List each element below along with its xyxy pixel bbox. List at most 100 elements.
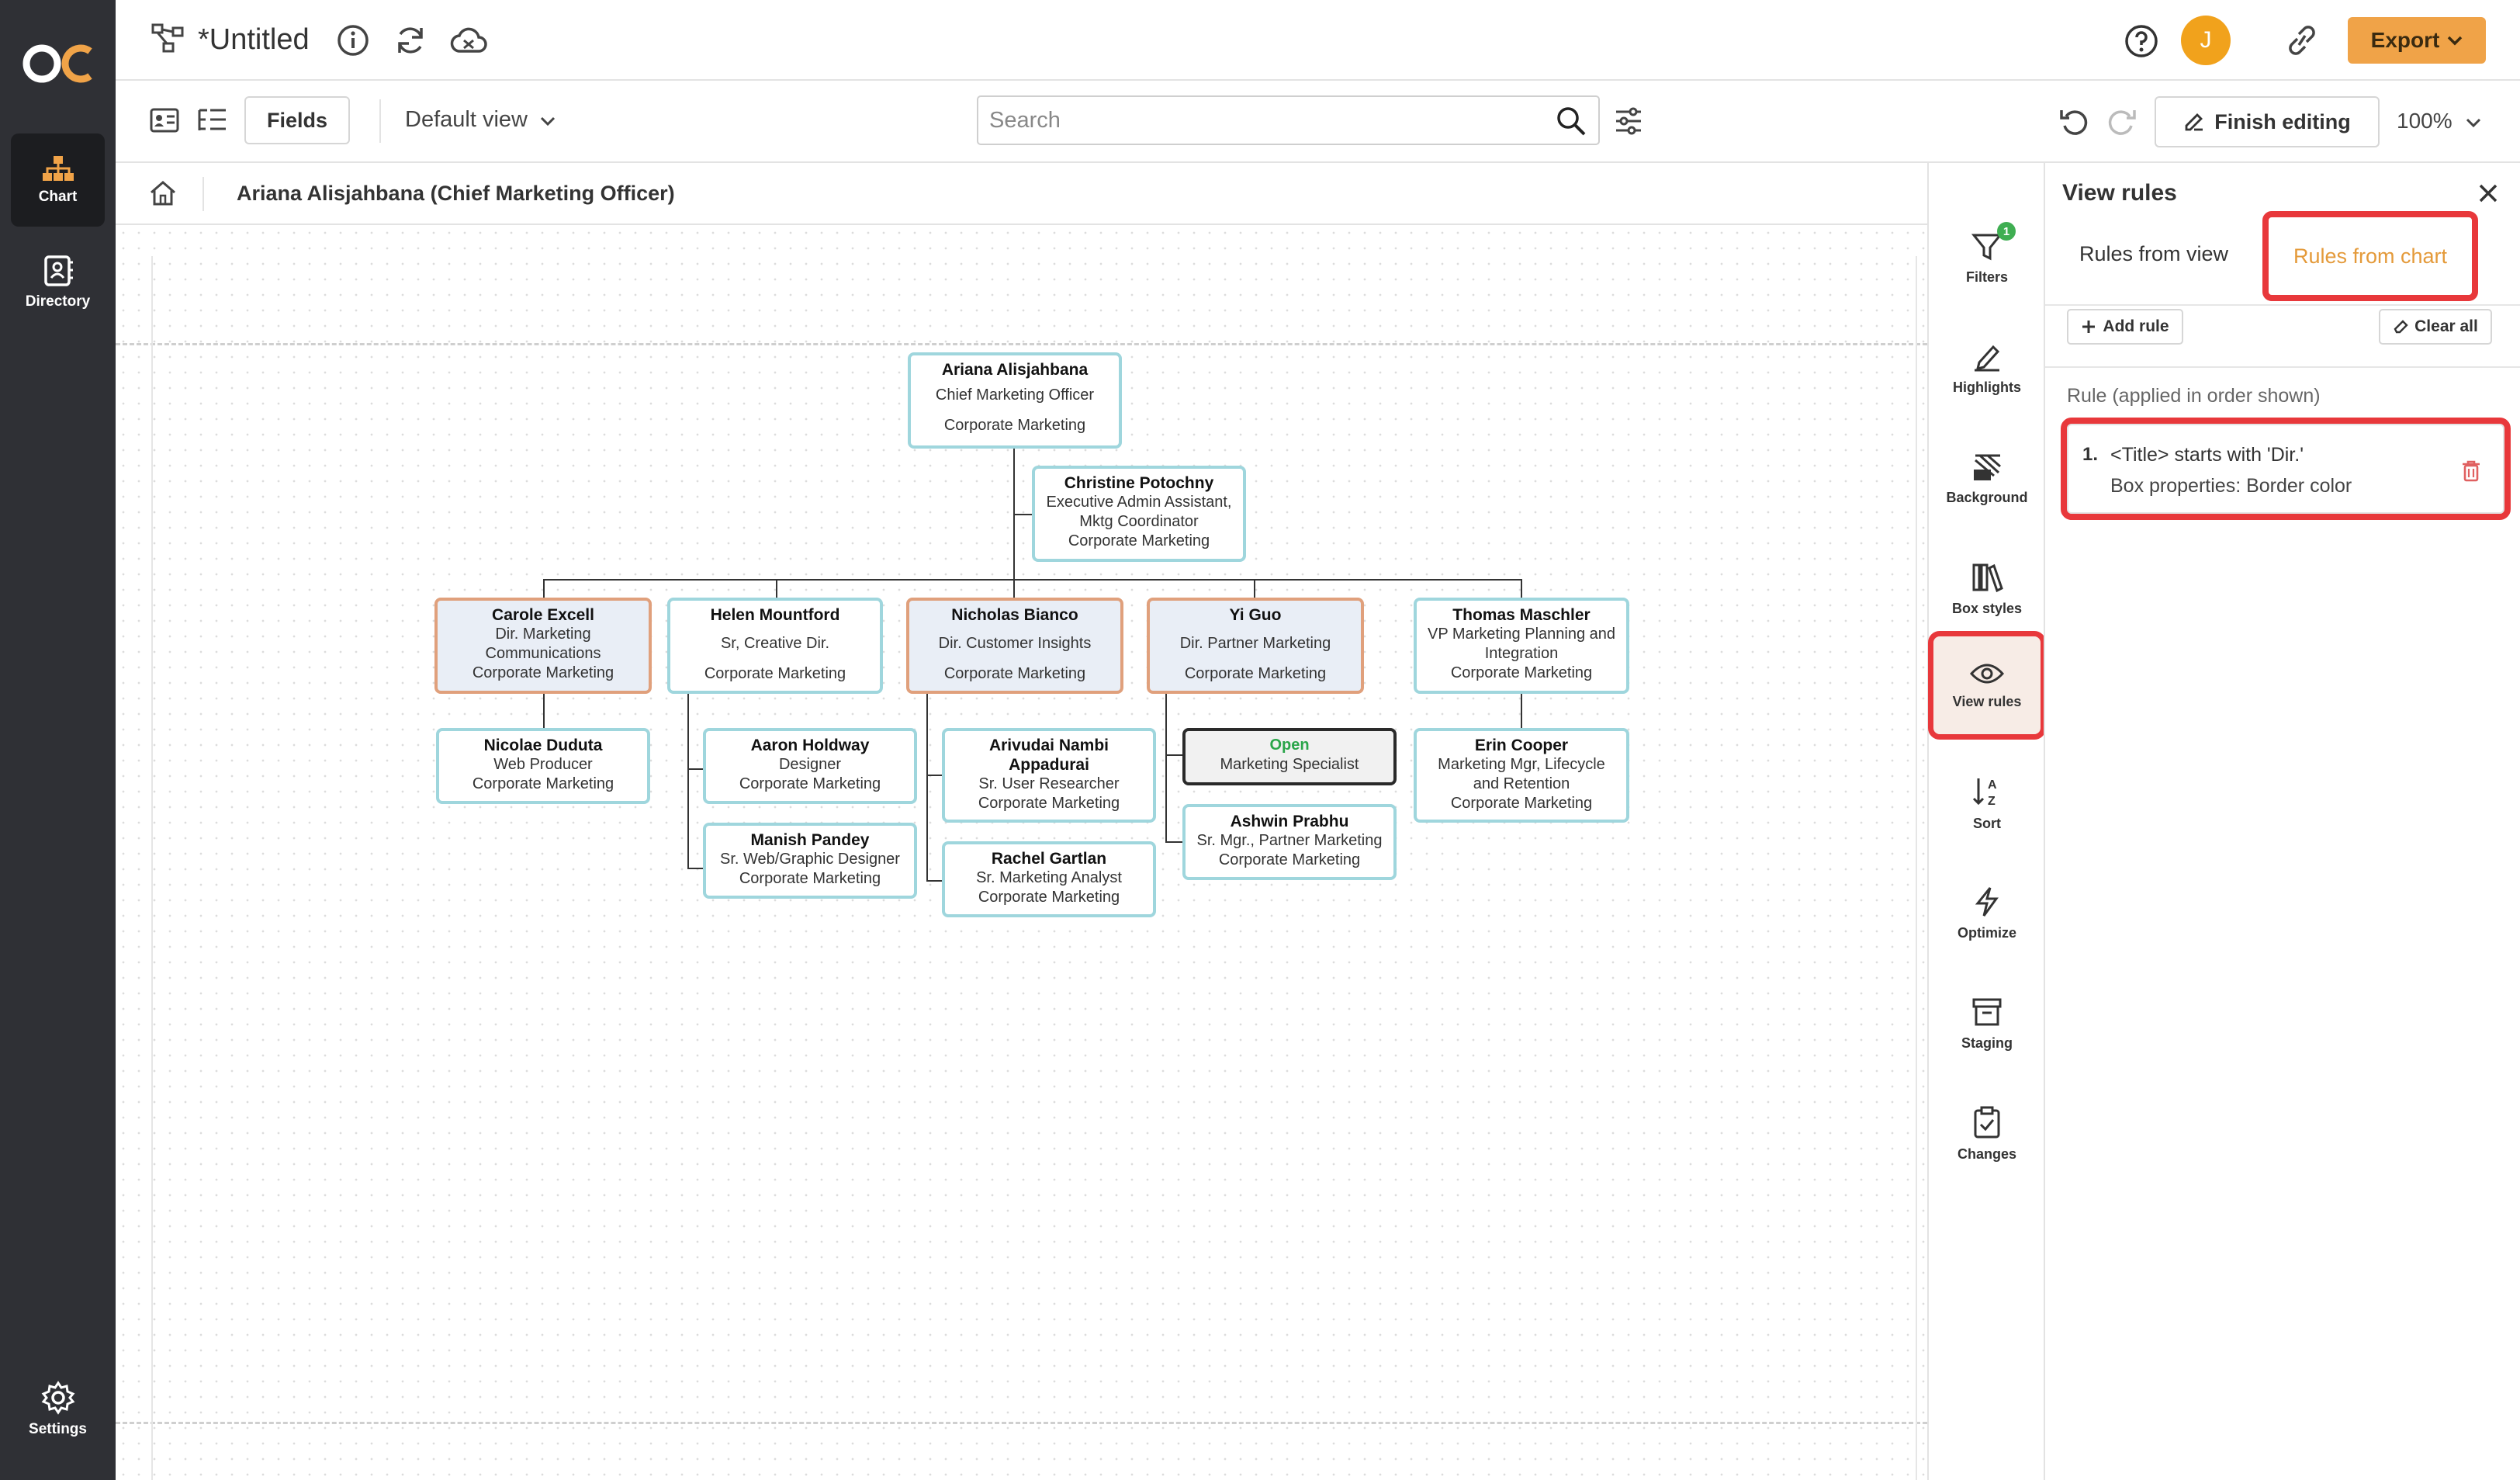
person-name: Thomas Maschler — [1452, 606, 1591, 624]
sidebar-item-label: Sort — [1973, 815, 2001, 831]
breadcrumb: Ariana Alisjahbana (Chief Marketing Offi… — [116, 163, 1927, 225]
org-box-open-position[interactable]: Open Marketing Specialist — [1182, 728, 1397, 785]
person-name: Manish Pandey — [750, 831, 870, 849]
directory-icon — [43, 255, 73, 286]
sidebar-item-optimize[interactable]: Optimize — [1933, 865, 2041, 962]
org-box-erin[interactable]: Erin Cooper Marketing Mgr, Lifecycle and… — [1414, 728, 1629, 823]
person-title: Marketing Specialist — [1220, 756, 1359, 773]
svg-text:Z: Z — [1988, 795, 1996, 808]
rail-item-settings[interactable]: Settings — [11, 1363, 105, 1456]
fields-button[interactable]: Fields — [244, 96, 350, 144]
person-title: Communications — [485, 645, 601, 662]
chart-structure-icon[interactable] — [151, 23, 185, 54]
rule-heading: Rule (applied in order shown) — [2067, 385, 2321, 407]
clear-all-label: Clear all — [2414, 317, 2478, 335]
person-dept: Corporate Marketing — [978, 795, 1120, 812]
org-box-assistant[interactable]: Christine Potochny Executive Admin Assis… — [1032, 466, 1246, 562]
org-box-nicholas[interactable]: Nicholas Bianco Dir. Customer Insights C… — [906, 598, 1123, 694]
search-input[interactable] — [989, 106, 1532, 134]
export-button[interactable]: Export — [2348, 17, 2486, 64]
org-chart-icon — [42, 156, 74, 181]
search-box — [977, 95, 1600, 145]
person-dept: Corporate Marketing — [739, 775, 881, 792]
help-icon[interactable] — [2124, 23, 2159, 59]
export-label: Export — [2370, 28, 2440, 52]
sidebar-item-filters[interactable]: 1 Filters — [1933, 210, 2041, 307]
org-box-thomas[interactable]: Thomas Maschler VP Marketing Planning an… — [1414, 598, 1629, 694]
org-box-helen[interactable]: Helen Mountford Sr, Creative Dir. Corpor… — [667, 598, 883, 694]
close-icon[interactable] — [2477, 182, 2500, 209]
tab-rules-from-chart[interactable]: Rules from chart — [2262, 211, 2478, 301]
finish-editing-button[interactable]: Finish editing — [2155, 96, 2380, 147]
person-title: Dir. Customer Insights — [938, 635, 1092, 652]
rail-item-directory[interactable]: Directory — [11, 236, 105, 329]
sidebar-item-sort[interactable]: AZ Sort — [1933, 754, 2041, 852]
sidebar-item-background[interactable]: Background — [1933, 430, 2041, 528]
connector — [1165, 754, 1184, 756]
person-dept: Corporate Marketing — [943, 665, 1086, 682]
view-selector[interactable]: Default view — [405, 107, 556, 133]
rail-item-label: Directory — [25, 293, 91, 310]
connector — [687, 868, 703, 869]
undo-icon[interactable] — [2058, 106, 2089, 137]
add-rule-button[interactable]: Add rule — [2067, 309, 2183, 345]
sidebar-item-staging[interactable]: Staging — [1933, 975, 2041, 1073]
person-title: Dir. Partner Marketing — [1179, 635, 1331, 652]
person-name: Nicholas Bianco — [951, 606, 1078, 624]
info-icon[interactable] — [336, 23, 370, 57]
tab-rules-from-view[interactable]: Rules from view — [2079, 242, 2228, 266]
person-dept: Corporate Marketing — [1450, 795, 1593, 812]
rail-item-chart[interactable]: Chart — [11, 133, 105, 227]
org-box-ashwin[interactable]: Ashwin Prabhu Sr. Mgr., Partner Marketin… — [1182, 804, 1397, 880]
oc-logo[interactable] — [22, 40, 95, 87]
link-icon[interactable] — [2283, 23, 2321, 57]
delete-rule-icon[interactable] — [2461, 459, 2481, 487]
panel-title: View rules — [2062, 180, 2177, 206]
org-box-aaron[interactable]: Aaron Holdway Designer Corporate Marketi… — [703, 728, 917, 804]
org-box-carole[interactable]: Carole Excell Dir. Marketing Communicati… — [434, 598, 652, 694]
org-box-yi[interactable]: Yi Guo Dir. Partner Marketing Corporate … — [1147, 598, 1364, 694]
cloud-sync-icon[interactable] — [449, 23, 488, 57]
connector — [776, 579, 777, 598]
person-dept: Corporate Marketing — [1184, 665, 1327, 682]
org-box-rachel[interactable]: Rachel Gartlan Sr. Marketing Analyst Cor… — [942, 841, 1156, 917]
tab-divider — [2045, 304, 2520, 306]
refresh-icon[interactable] — [393, 23, 428, 57]
clear-all-button[interactable]: Clear all — [2379, 309, 2492, 345]
sidebar-item-label: Box styles — [1951, 600, 2023, 616]
sidebar-item-label: Changes — [1957, 1146, 2017, 1162]
home-icon[interactable] — [148, 179, 178, 208]
redo-icon[interactable] — [2106, 106, 2138, 137]
search-icon[interactable] — [1556, 106, 1587, 137]
sidebar-item-label: Highlights — [1953, 379, 2021, 395]
avatar[interactable]: J — [2181, 16, 2231, 65]
person-title: Sr, Creative Dir. — [720, 635, 830, 652]
edit-icon — [2185, 113, 2203, 131]
person-title: Executive Admin Assistant, — [1046, 494, 1232, 511]
connector — [1013, 579, 1015, 598]
page-margin-line — [151, 256, 153, 1480]
sidebar-item-view-rules[interactable]: View rules — [1928, 631, 2046, 740]
org-box-root[interactable]: Ariana Alisjahbana Chief Marketing Offic… — [908, 352, 1122, 449]
card-view-icon[interactable] — [150, 107, 179, 133]
zoom-selector[interactable]: 100% — [2397, 109, 2481, 133]
sidebar-item-highlights[interactable]: Highlights — [1933, 320, 2041, 418]
person-title: and Retention — [1473, 775, 1570, 792]
sidebar-item-changes[interactable]: Changes — [1933, 1085, 2041, 1183]
org-box-arivudai[interactable]: Arivudai Nambi Appadurai Sr. User Resear… — [942, 728, 1156, 823]
list-tree-icon[interactable] — [196, 107, 227, 133]
document-title[interactable]: *Untitled — [198, 23, 310, 57]
archive-icon — [1972, 998, 2002, 1025]
view-selector-label: Default view — [405, 107, 528, 132]
org-box-nicolae[interactable]: Nicolae Duduta Web Producer Corporate Ma… — [436, 728, 650, 804]
person-dept: Corporate Marketing — [943, 417, 1086, 434]
breadcrumb-current[interactable]: Ariana Alisjahbana (Chief Marketing Offi… — [237, 182, 675, 206]
person-title: Sr. Web/Graphic Designer — [720, 851, 900, 868]
rule-item[interactable]: 1. <Title> starts with 'Dir.' Box proper… — [2061, 418, 2511, 520]
filter-settings-icon[interactable] — [1613, 106, 1644, 137]
sidebar-item-box-styles[interactable]: Box styles — [1933, 540, 2041, 638]
org-box-manish[interactable]: Manish Pandey Sr. Web/Graphic Designer C… — [703, 823, 917, 899]
person-name: Carole Excell — [492, 606, 594, 624]
connector — [1521, 692, 1522, 728]
view-rules-panel: View rules Rules from view Rules from ch… — [2044, 163, 2520, 1480]
